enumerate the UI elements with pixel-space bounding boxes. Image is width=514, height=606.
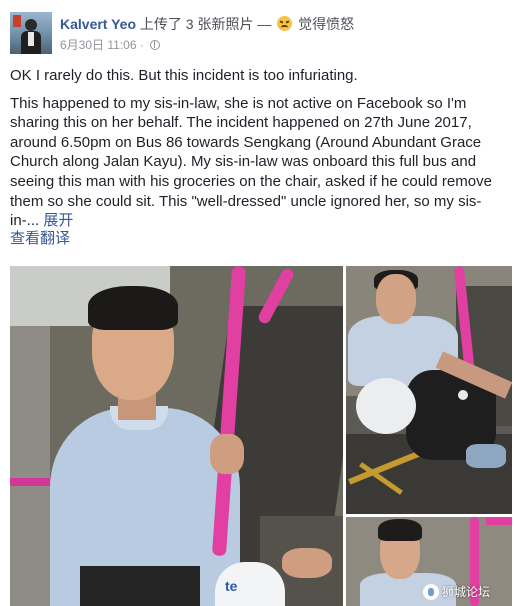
forum-logo-icon <box>423 584 439 600</box>
photo-main[interactable]: te <box>10 266 343 606</box>
photo-grid: te <box>10 266 512 606</box>
feeling-label: 觉得愤怒 <box>298 16 355 32</box>
post-paragraph-1: OK I rarely do this. But this incident i… <box>10 67 358 84</box>
post-paragraph-2-text: This happened to my sis-in-law, she is n… <box>10 94 492 230</box>
post-meta: 6月30日 11:06 · <box>60 36 161 53</box>
post-body: OK I rarely do this. But this incident i… <box>10 66 506 248</box>
post-header: Kalvert Yeo 上传了 3 张新照片 — 觉得愤怒 6月30日 11:0… <box>8 8 506 54</box>
post-timestamp[interactable]: 6月30日 11:06 <box>60 38 137 52</box>
author-name[interactable]: Kalvert Yeo <box>60 16 136 32</box>
avatar[interactable] <box>10 12 52 54</box>
angry-face-icon <box>277 16 293 31</box>
separator: — <box>257 16 272 32</box>
bag-print: te <box>225 578 238 594</box>
post-paragraph-2: This happened to my sis-in-law, she is n… <box>10 94 506 231</box>
post-title-line: Kalvert Yeo 上传了 3 张新照片 — 觉得愤怒 <box>60 14 354 34</box>
photo-top-right[interactable] <box>346 266 512 514</box>
see-more-link[interactable]: 展开 <box>43 212 73 229</box>
meta-dot: · <box>139 38 144 52</box>
post-action[interactable]: 上传了 3 张新照片 <box>140 16 254 32</box>
globe-icon[interactable] <box>150 40 161 50</box>
watermark: 狮城论坛 <box>423 583 490 603</box>
watermark-text: 狮城论坛 <box>442 585 491 599</box>
see-translation-link[interactable]: 查看翻译 <box>10 229 506 249</box>
